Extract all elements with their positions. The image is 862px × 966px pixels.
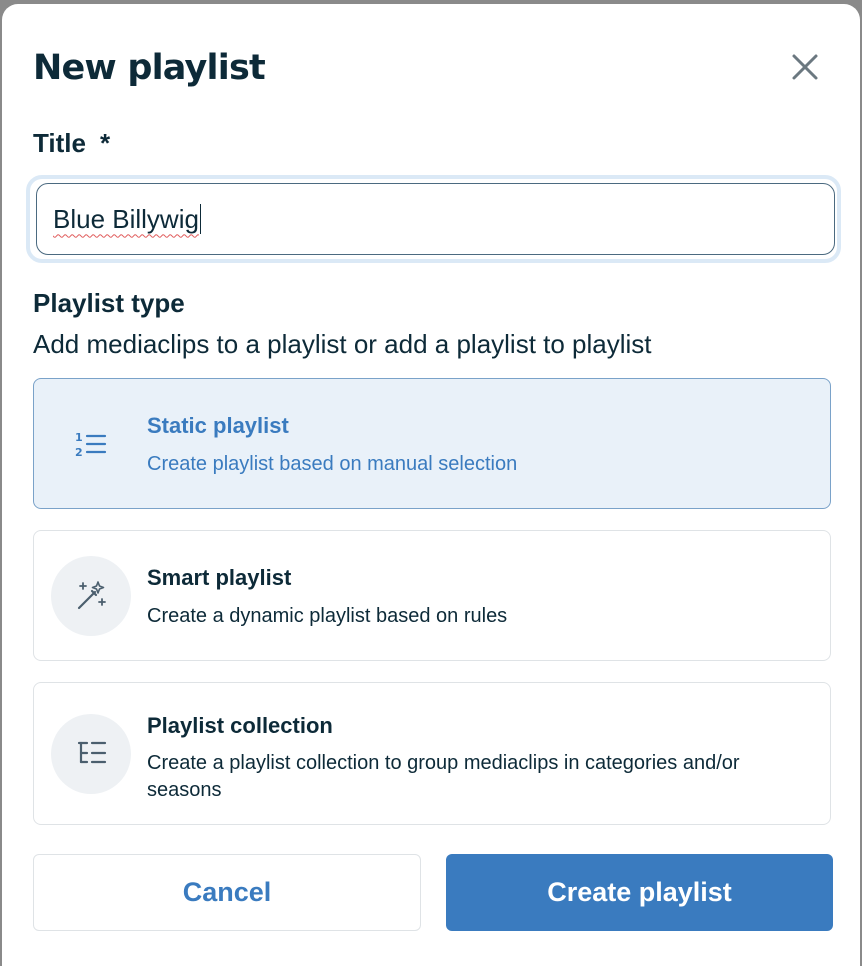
svg-text:1: 1: [75, 431, 83, 444]
playlist-type-description: Add mediaclips to a playlist or add a pl…: [33, 329, 652, 359]
cancel-button[interactable]: Cancel: [33, 854, 421, 931]
title-input-value: Blue Billywig: [53, 203, 199, 234]
option-playlist-collection[interactable]: Playlist collection Create a playlist co…: [33, 682, 831, 825]
option-title: Playlist collection: [147, 713, 333, 738]
option-title: Smart playlist: [147, 565, 292, 590]
option-title: Static playlist: [147, 413, 289, 438]
create-playlist-button[interactable]: Create playlist: [446, 854, 833, 931]
magic-wand-icon: [51, 556, 131, 636]
numbered-list-icon: 1 2: [51, 404, 131, 484]
option-description: Create a playlist collection to group me…: [147, 752, 740, 801]
tree-list-icon: [51, 714, 131, 794]
new-playlist-dialog: New playlist Title * Blue Billywig Playli…: [2, 4, 860, 966]
option-description: Create playlist based on manual selectio…: [147, 453, 518, 475]
option-description: Create a dynamic playlist based on rules: [147, 605, 508, 627]
title-label-text: Title: [33, 128, 86, 158]
title-field-label: Title *: [33, 128, 110, 159]
title-input[interactable]: Blue Billywig: [36, 183, 835, 255]
option-smart-playlist[interactable]: Smart playlist Create a dynamic playlist…: [33, 530, 831, 661]
required-marker: *: [99, 128, 111, 158]
option-static-playlist[interactable]: 1 2 Static playlist Create playlist base…: [33, 378, 831, 509]
playlist-type-label: Playlist type: [33, 288, 185, 318]
close-icon[interactable]: [788, 50, 822, 84]
dialog-title: New playlist: [33, 48, 266, 88]
text-caret: [199, 204, 202, 234]
title-input-focus-ring: Blue Billywig: [26, 175, 841, 263]
svg-text:2: 2: [75, 446, 83, 458]
